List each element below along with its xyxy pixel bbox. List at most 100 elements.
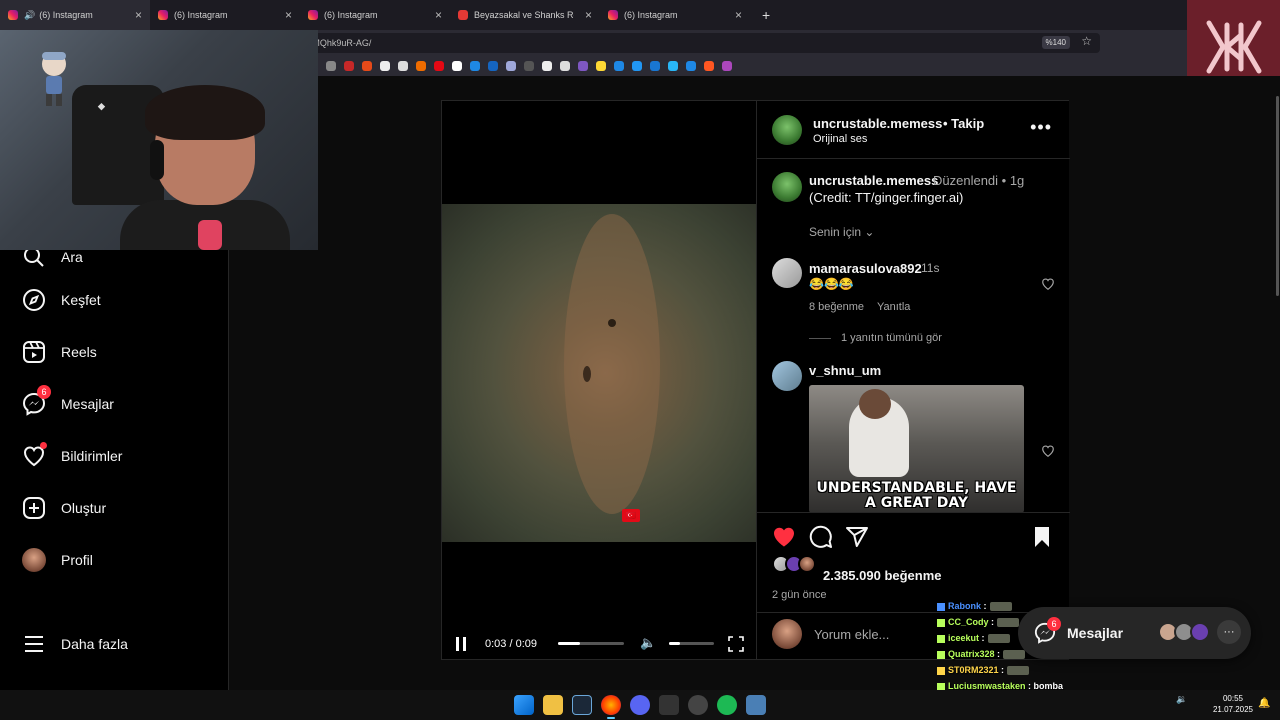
chat-text: :: [997, 649, 1001, 659]
video-progress-bar[interactable]: [558, 642, 624, 645]
bookmark-icon[interactable]: [398, 61, 408, 71]
bookmark-icon[interactable]: [632, 61, 642, 71]
comment-filter-dropdown[interactable]: Senin için ⌄: [809, 225, 874, 239]
conversation-avatar[interactable]: [1190, 622, 1210, 642]
new-tab-button[interactable]: +: [762, 7, 770, 23]
steam-icon[interactable]: [572, 695, 592, 715]
sidebar-item-messages[interactable]: 6 Mesajlar: [22, 385, 114, 417]
start-icon[interactable]: [514, 695, 534, 715]
video-frame[interactable]: 🇹🇷: [442, 204, 756, 542]
sidebar-item-label: Reels: [61, 344, 97, 360]
bookmark-icon[interactable]: [452, 61, 462, 71]
author-avatar[interactable]: [772, 115, 802, 145]
sidebar-item-create[interactable]: Oluştur: [22, 495, 106, 521]
volume-fill: [669, 642, 681, 645]
bookmark-icon[interactable]: [434, 61, 444, 71]
screen: 🔊 (6) Instagram × (6) Instagram × (6) In…: [0, 0, 1280, 720]
sidebar-item-notifications[interactable]: Bildirimler: [22, 442, 122, 469]
audio-label[interactable]: Orijinal ses: [813, 133, 867, 145]
sidebar-item-profile[interactable]: Profil: [22, 547, 93, 573]
bookmark-icon[interactable]: [560, 61, 570, 71]
spotify-icon[interactable]: [717, 695, 737, 715]
browser-tab[interactable]: (6) Instagram ×: [300, 0, 450, 30]
commenter-avatar[interactable]: [772, 258, 802, 288]
sidebar-item-explore[interactable]: Keşfet: [22, 287, 101, 313]
speaker-icon[interactable]: 🔊: [24, 10, 35, 21]
bookmark-icon[interactable]: [380, 61, 390, 71]
comment-like-icon[interactable]: [1041, 444, 1055, 458]
comment-input[interactable]: Yorum ekle...: [814, 627, 889, 642]
settings-icon[interactable]: [746, 695, 766, 715]
close-tab-icon[interactable]: ×: [135, 8, 142, 22]
bookmark-icon[interactable]: [722, 61, 732, 71]
close-tab-icon[interactable]: ×: [285, 8, 292, 22]
bookmark-star-icon[interactable]: ☆: [1081, 34, 1092, 48]
comment-meme-image[interactable]: UNDERSTANDABLE, HAVE A GREAT DAY: [809, 385, 1024, 512]
caption-username[interactable]: uncrustable.memess: [809, 173, 938, 188]
browser-tab[interactable]: Beyazsakal ve Shanks Restle ×: [450, 0, 600, 30]
author-username[interactable]: uncrustable.memess: [813, 116, 942, 131]
bookmark-icon[interactable]: [596, 61, 606, 71]
bookmark-icon[interactable]: [686, 61, 696, 71]
bookmark-icon[interactable]: [704, 61, 714, 71]
bookmark-icon[interactable]: [650, 61, 660, 71]
comment-username[interactable]: v_shnu_um: [809, 363, 881, 378]
browser-tab[interactable]: (6) Instagram ×: [150, 0, 300, 30]
bookmark-icon[interactable]: [416, 61, 426, 71]
comment-like-icon[interactable]: [1041, 277, 1055, 291]
chat-text: :: [991, 617, 995, 627]
like-heart-icon[interactable]: [772, 525, 796, 549]
bookmark-icon[interactable]: [668, 61, 678, 71]
bookmark-icon[interactable]: [524, 61, 534, 71]
caption-avatar[interactable]: [772, 172, 802, 202]
obs-icon[interactable]: [659, 695, 679, 715]
pause-button[interactable]: [456, 637, 466, 651]
bookmark-icon[interactable]: [1030, 525, 1054, 549]
comment-username[interactable]: mamarasulova892: [809, 261, 922, 276]
more-conversations-icon[interactable]: ···: [1217, 620, 1241, 644]
app-icon[interactable]: [688, 695, 708, 715]
video-controls: 0:03 / 0:09 🔈: [442, 626, 756, 659]
notification-bell-icon[interactable]: 🔔: [1258, 698, 1270, 709]
sidebar-item-more[interactable]: Daha fazla: [22, 631, 128, 657]
bookmark-icon[interactable]: [506, 61, 516, 71]
view-replies-link[interactable]: 1 yanıtın tümünü gör: [841, 332, 942, 344]
bookmark-icon[interactable]: [488, 61, 498, 71]
comment-likes[interactable]: 8 beğenme: [809, 301, 864, 313]
video-player[interactable]: 🇹🇷 0:03 / 0:09 🔈: [442, 101, 756, 659]
sidebar-item-reels[interactable]: Reels: [22, 339, 97, 365]
compass-icon: [22, 288, 46, 312]
browser-tab[interactable]: (6) Instagram ×: [600, 0, 750, 30]
close-tab-icon[interactable]: ×: [735, 8, 742, 22]
comment-icon[interactable]: [809, 525, 833, 549]
like-count[interactable]: 2.385.090 beğenme: [823, 568, 942, 583]
bookmark-icon[interactable]: [542, 61, 552, 71]
speaker-icon[interactable]: 🔉: [1176, 694, 1187, 705]
scrollbar[interactable]: [1276, 96, 1279, 296]
more-options-icon[interactable]: •••: [1030, 117, 1052, 138]
bookmark-icon[interactable]: [326, 61, 336, 71]
follow-button[interactable]: • Takip: [943, 116, 984, 131]
reply-button[interactable]: Yanıtla: [877, 301, 910, 313]
share-icon[interactable]: [845, 525, 869, 549]
bookmark-icon[interactable]: [344, 61, 354, 71]
browser-tab[interactable]: 🔊 (6) Instagram ×: [0, 0, 150, 30]
tab-title: (6) Instagram: [174, 10, 228, 20]
close-tab-icon[interactable]: ×: [585, 8, 592, 22]
volume-slider[interactable]: [669, 642, 714, 645]
discord-icon[interactable]: [630, 695, 650, 715]
bookmark-icon[interactable]: [362, 61, 372, 71]
zoom-level-badge[interactable]: %140: [1041, 36, 1070, 49]
volume-icon[interactable]: 🔈: [640, 635, 656, 651]
file-explorer-icon[interactable]: [543, 695, 563, 715]
taskbar-clock[interactable]: 00:55 21.07.2025: [1211, 693, 1255, 715]
chat-emote: [1007, 666, 1030, 676]
chat-username: Quatrix328: [948, 649, 995, 659]
close-tab-icon[interactable]: ×: [435, 8, 442, 22]
bookmark-icon[interactable]: [614, 61, 624, 71]
fullscreen-icon[interactable]: [728, 636, 744, 652]
bookmark-icon[interactable]: [470, 61, 480, 71]
commenter-avatar[interactable]: [772, 361, 802, 391]
bookmark-icon[interactable]: [578, 61, 588, 71]
firefox-icon[interactable]: [601, 695, 621, 719]
